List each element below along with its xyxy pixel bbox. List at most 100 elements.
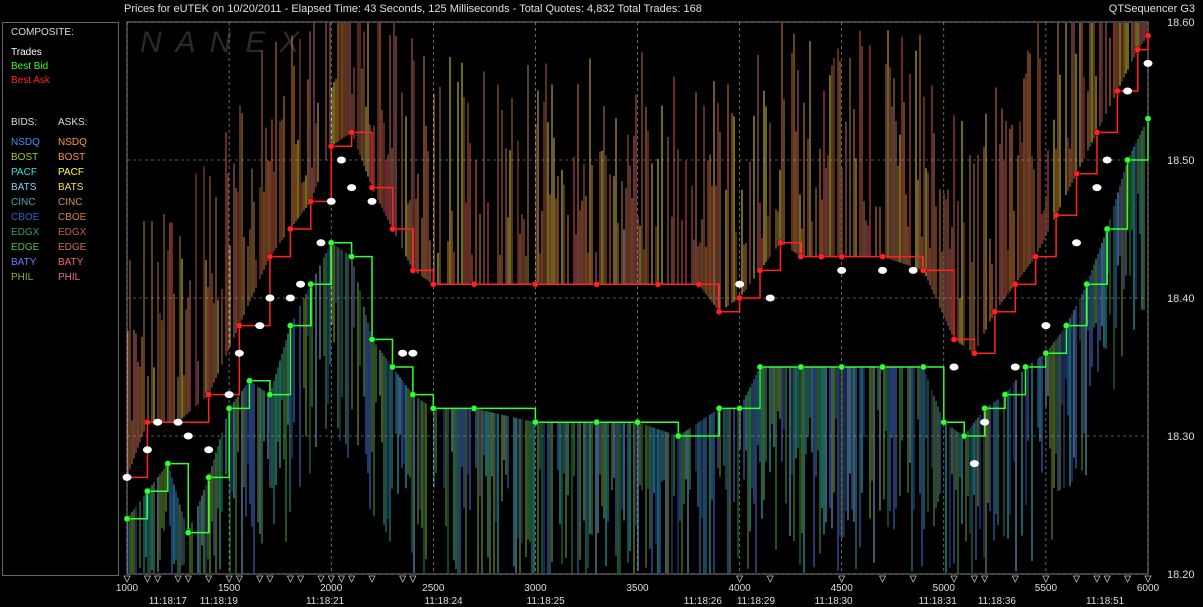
best-bid-point — [225, 405, 233, 412]
y-tick-label: 18.40 — [1167, 293, 1195, 305]
best-bid-point — [164, 460, 172, 467]
trade-point — [878, 266, 888, 274]
axis-trade-marker — [296, 575, 305, 583]
axis-trade-marker — [1144, 575, 1152, 583]
trade-point — [1143, 59, 1153, 67]
time-label: 11:18:17 — [149, 596, 188, 607]
x-tick-label: 1500 — [218, 583, 241, 594]
trade-point — [122, 473, 132, 481]
axis-trade-marker — [735, 575, 744, 583]
best-ask-point — [368, 184, 376, 191]
trade-point — [265, 294, 275, 302]
best-ask-point — [715, 308, 723, 316]
time-label: 11:18:30 — [814, 596, 853, 607]
x-tick-label: 3000 — [524, 583, 547, 594]
y-tick-label: 18.20 — [1167, 569, 1195, 581]
time-label: 11:18:25 — [527, 596, 566, 607]
watermark: NANEX — [140, 26, 313, 59]
best-ask-point — [654, 280, 662, 288]
trade-point — [1041, 322, 1051, 330]
best-bid-point — [1042, 349, 1050, 357]
best-ask-point — [1134, 46, 1142, 53]
best-ask-point — [470, 280, 478, 288]
best-bid-point — [1124, 156, 1131, 164]
best-bid-point — [960, 432, 968, 440]
best-ask-point — [991, 308, 999, 316]
best-bid-point — [470, 405, 478, 412]
best-ask-point — [327, 142, 335, 150]
trade-point — [153, 418, 163, 426]
axis-trade-marker — [347, 575, 356, 583]
trade-point — [980, 418, 990, 426]
best-bid-point — [266, 391, 274, 398]
best-bid-point — [756, 363, 764, 371]
x-tick-label: 2000 — [320, 583, 343, 594]
x-tick-label: 3500 — [626, 583, 649, 594]
best-ask-point — [777, 239, 784, 247]
axis-trade-marker — [1011, 575, 1019, 583]
trade-point — [142, 446, 152, 454]
best-ask-point — [409, 267, 417, 274]
best-bid-point — [307, 280, 315, 288]
best-bid-point — [1063, 322, 1070, 329]
x-tick-label: 5000 — [933, 583, 956, 594]
y-tick-label: 18.50 — [1167, 155, 1195, 167]
time-label: 11:18:26 — [684, 596, 723, 607]
axis-trade-marker — [368, 575, 376, 583]
best-bid-point — [389, 363, 396, 371]
best-ask-point — [756, 267, 764, 274]
axis-trade-marker — [317, 575, 325, 583]
best-ask-point — [348, 129, 355, 136]
best-ask-point — [430, 280, 437, 288]
y-tick-label: 18.60 — [1167, 17, 1195, 29]
best-ask-point — [144, 418, 151, 426]
axis-trade-marker — [1042, 575, 1050, 583]
price-chart: NANEX 18.60 18.50 18.40 18.30 18.20 1000 1500 20… — [116, 17, 1195, 607]
trade-point — [326, 197, 336, 205]
axis-trade-marker — [909, 575, 917, 583]
best-ask-point — [287, 225, 294, 233]
best-ask-point — [838, 253, 845, 260]
x-tick-label: 6000 — [1137, 583, 1160, 594]
axis-trade-marker — [327, 575, 335, 583]
best-bid-point — [675, 432, 682, 440]
axis-trade-marker — [153, 575, 162, 583]
y-axis-labels: 18.60 18.50 18.40 18.30 18.20 — [1167, 17, 1195, 581]
best-ask-point — [1093, 129, 1101, 136]
best-bid-point — [1144, 115, 1152, 122]
best-ask-point — [593, 280, 600, 288]
x-tick-label: 5500 — [1035, 583, 1058, 594]
time-label: 11:18:36 — [978, 596, 1017, 607]
axis-trade-marker — [143, 575, 152, 583]
axis-trade-marker — [980, 575, 989, 583]
best-ask-point — [797, 253, 805, 260]
axis-trade-marker — [399, 575, 407, 583]
trade-point — [908, 266, 918, 274]
axis-trade-marker — [409, 575, 417, 583]
trade-point — [1092, 184, 1102, 192]
best-bid-point — [185, 529, 192, 536]
axis-trade-marker — [838, 575, 846, 583]
trade-point — [347, 184, 357, 192]
best-bid-point — [368, 336, 376, 343]
best-ask-point — [1073, 170, 1080, 178]
axis-trade-marker — [766, 575, 774, 583]
time-label: 11:18:29 — [737, 596, 776, 607]
best-bid-point — [348, 253, 355, 260]
best-bid-point — [940, 418, 948, 426]
trade-point — [173, 418, 183, 426]
axis-trade-marker — [1103, 575, 1111, 583]
best-ask-point — [879, 253, 886, 260]
best-ask-point — [1032, 253, 1039, 260]
best-bid-point — [1083, 280, 1090, 288]
trade-point — [1010, 363, 1020, 371]
trade-point — [1102, 156, 1112, 164]
trade-point — [949, 363, 959, 371]
best-ask-point — [1012, 280, 1019, 288]
axis-trade-marker — [184, 575, 192, 583]
best-bid-point — [736, 405, 743, 412]
axis-trade-marker — [970, 575, 979, 583]
best-ask-point — [920, 267, 927, 274]
axis-trade-marker — [225, 575, 233, 583]
best-ask-point — [266, 253, 274, 260]
